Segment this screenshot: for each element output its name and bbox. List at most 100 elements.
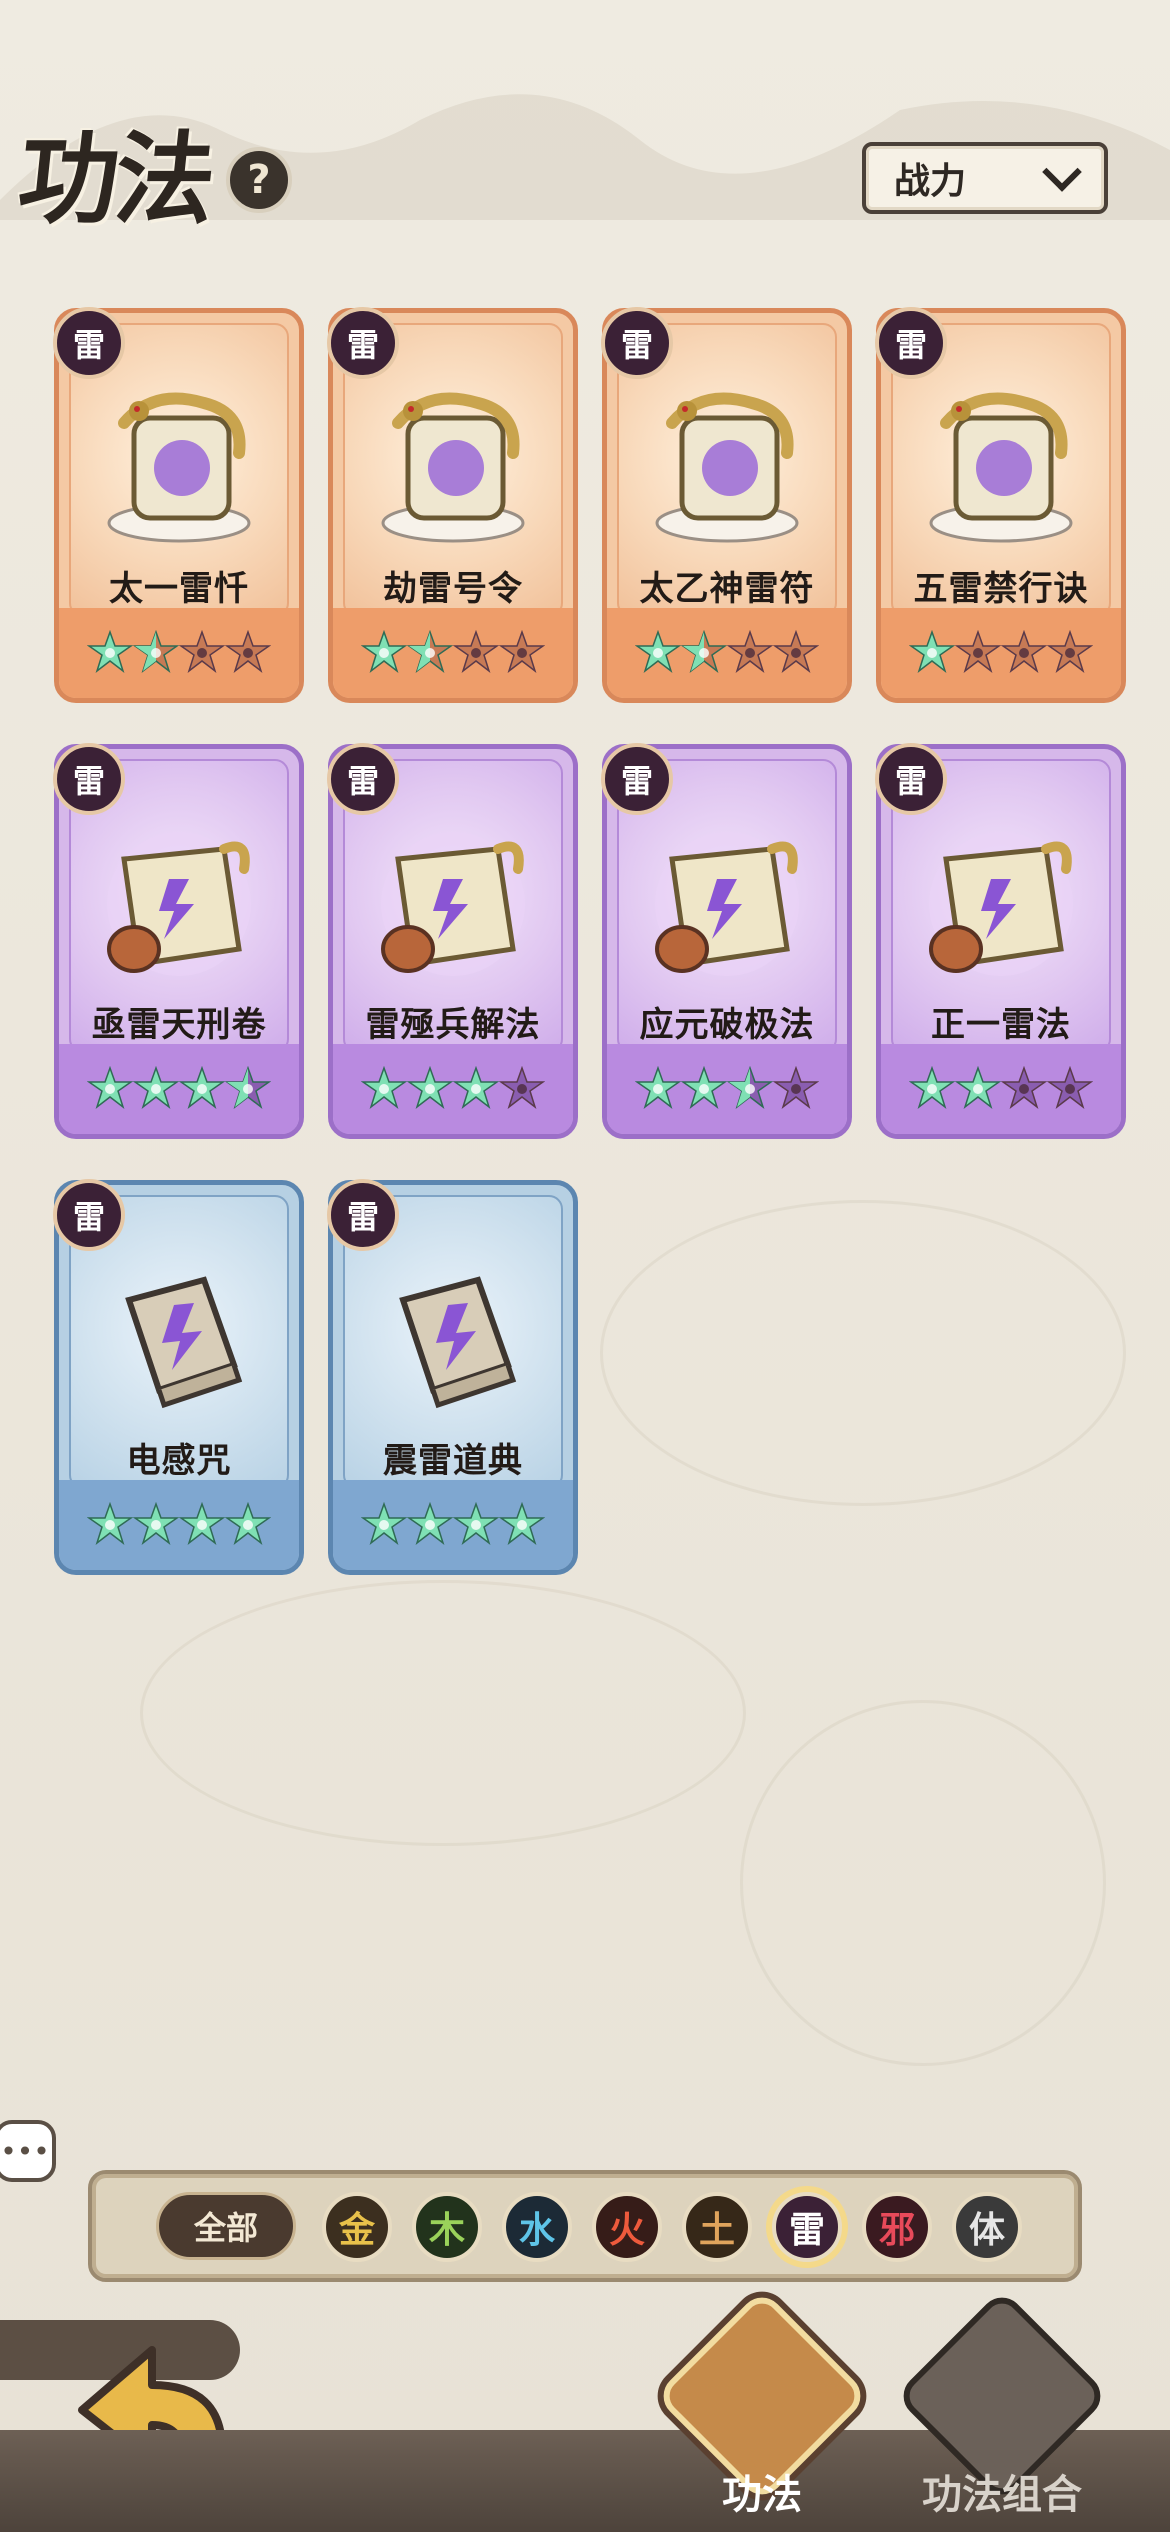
page-title: 功法 xyxy=(12,119,218,238)
filter-element-chip[interactable]: 土 xyxy=(682,2192,752,2262)
tab-techniques-label: 功法 xyxy=(722,2472,802,2518)
card-footer xyxy=(881,1044,1121,1134)
element-filter-bar: 全部 金木水火土雷邪体 xyxy=(88,2170,1082,2282)
star-icon xyxy=(954,1065,1002,1118)
sort-dropdown-label: 战力 xyxy=(894,161,967,202)
technique-name: 亟雷天刑卷 xyxy=(91,1005,267,1045)
chevron-down-icon xyxy=(1042,152,1082,192)
star-rating xyxy=(86,1501,272,1554)
star-icon xyxy=(132,1501,180,1554)
star-icon xyxy=(360,629,408,682)
technique-card[interactable]: 雷 震雷道典 xyxy=(327,1179,578,1575)
star-icon xyxy=(406,1065,454,1118)
technique-card[interactable]: 雷 电感咒 xyxy=(53,1179,304,1575)
cloud-pattern xyxy=(740,1700,1106,2066)
technique-card[interactable]: 雷 五雷禁行诀 xyxy=(875,307,1126,703)
card-footer xyxy=(59,1480,299,1570)
thunder-element-badge: 雷 xyxy=(875,743,947,815)
star-icon xyxy=(634,629,682,682)
technique-card[interactable]: 雷 劫雷号令 xyxy=(327,307,578,703)
thunder-element-badge: 雷 xyxy=(53,307,125,379)
tab-technique-combos-label: 功法组合 xyxy=(922,2472,1082,2518)
star-icon xyxy=(86,1501,134,1554)
thunder-element-badge: 雷 xyxy=(327,743,399,815)
star-icon xyxy=(406,629,454,682)
star-icon xyxy=(1046,629,1094,682)
question-mark-icon[interactable]: ? xyxy=(226,147,292,213)
star-icon xyxy=(908,629,956,682)
thunder-element-badge: 雷 xyxy=(601,743,673,815)
tab-techniques[interactable]: 功法 xyxy=(652,2288,872,2532)
thunder-element-badge: 雷 xyxy=(601,307,673,379)
cloud-pattern xyxy=(140,1580,746,1846)
thunder-element-badge: 雷 xyxy=(875,307,947,379)
technique-name: 雷殛兵解法 xyxy=(365,1005,541,1045)
star-icon xyxy=(498,629,546,682)
star-icon xyxy=(634,1065,682,1118)
tab-technique-combos[interactable]: 功法组合 xyxy=(892,2288,1112,2532)
star-icon xyxy=(178,629,226,682)
technique-card[interactable]: 雷 亟雷天刑卷 xyxy=(53,743,304,1139)
sort-dropdown[interactable]: 战力 xyxy=(862,142,1108,214)
filter-element-chip[interactable]: 邪 xyxy=(862,2192,932,2262)
star-icon xyxy=(772,629,820,682)
filter-element-chip[interactable]: 水 xyxy=(502,2192,572,2262)
star-icon xyxy=(86,629,134,682)
technique-name: 太一雷忏 xyxy=(109,569,249,609)
thunder-element-badge: 雷 xyxy=(53,1179,125,1251)
star-rating xyxy=(360,1501,546,1554)
technique-name: 正一雷法 xyxy=(931,1005,1071,1045)
star-icon xyxy=(908,1065,956,1118)
star-icon xyxy=(726,629,774,682)
technique-name: 五雷禁行诀 xyxy=(913,569,1089,609)
card-footer xyxy=(59,608,299,698)
technique-name: 应元破极法 xyxy=(639,1005,815,1045)
card-footer xyxy=(333,608,573,698)
star-icon xyxy=(954,629,1002,682)
star-icon xyxy=(772,1065,820,1118)
filter-element-chip[interactable]: 火 xyxy=(592,2192,662,2262)
star-rating xyxy=(634,1065,820,1118)
star-rating xyxy=(908,1065,1094,1118)
filter-element-chip[interactable]: 雷 xyxy=(772,2192,842,2262)
technique-name: 震雷道典 xyxy=(383,1441,523,1481)
star-icon xyxy=(726,1065,774,1118)
star-icon xyxy=(406,1501,454,1554)
star-icon xyxy=(360,1065,408,1118)
star-icon xyxy=(452,1501,500,1554)
star-icon xyxy=(680,629,728,682)
chat-icon[interactable]: ••• xyxy=(0,2120,56,2182)
thunder-element-badge: 雷 xyxy=(327,1179,399,1251)
filter-element-chip[interactable]: 体 xyxy=(952,2192,1022,2262)
cloud-pattern xyxy=(600,1200,1126,1506)
technique-name: 电感咒 xyxy=(126,1441,232,1481)
star-icon xyxy=(498,1065,546,1118)
star-icon xyxy=(132,1065,180,1118)
card-footer xyxy=(607,1044,847,1134)
filter-all-button[interactable]: 全部 xyxy=(156,2192,296,2260)
card-footer xyxy=(607,608,847,698)
star-icon xyxy=(178,1065,226,1118)
star-icon xyxy=(498,1501,546,1554)
technique-card[interactable]: 雷 太乙神雷符 xyxy=(601,307,852,703)
technique-card[interactable]: 雷 应元破极法 xyxy=(601,743,852,1139)
card-footer xyxy=(333,1480,573,1570)
technique-name: 太乙神雷符 xyxy=(639,569,815,609)
star-rating xyxy=(634,629,820,682)
star-rating xyxy=(86,1065,272,1118)
technique-card[interactable]: 雷 雷殛兵解法 xyxy=(327,743,578,1139)
star-icon xyxy=(224,1501,272,1554)
technique-name: 劫雷号令 xyxy=(383,569,523,609)
technique-card[interactable]: 雷 正一雷法 xyxy=(875,743,1126,1139)
star-icon xyxy=(680,1065,728,1118)
thunder-element-badge: 雷 xyxy=(327,307,399,379)
star-icon xyxy=(178,1501,226,1554)
star-icon xyxy=(86,1065,134,1118)
filter-element-chip[interactable]: 金 xyxy=(322,2192,392,2262)
star-icon xyxy=(452,1065,500,1118)
technique-card[interactable]: 雷 太一雷忏 xyxy=(53,307,304,703)
star-icon xyxy=(1000,1065,1048,1118)
star-icon xyxy=(452,629,500,682)
filter-element-chip[interactable]: 木 xyxy=(412,2192,482,2262)
star-rating xyxy=(360,629,546,682)
